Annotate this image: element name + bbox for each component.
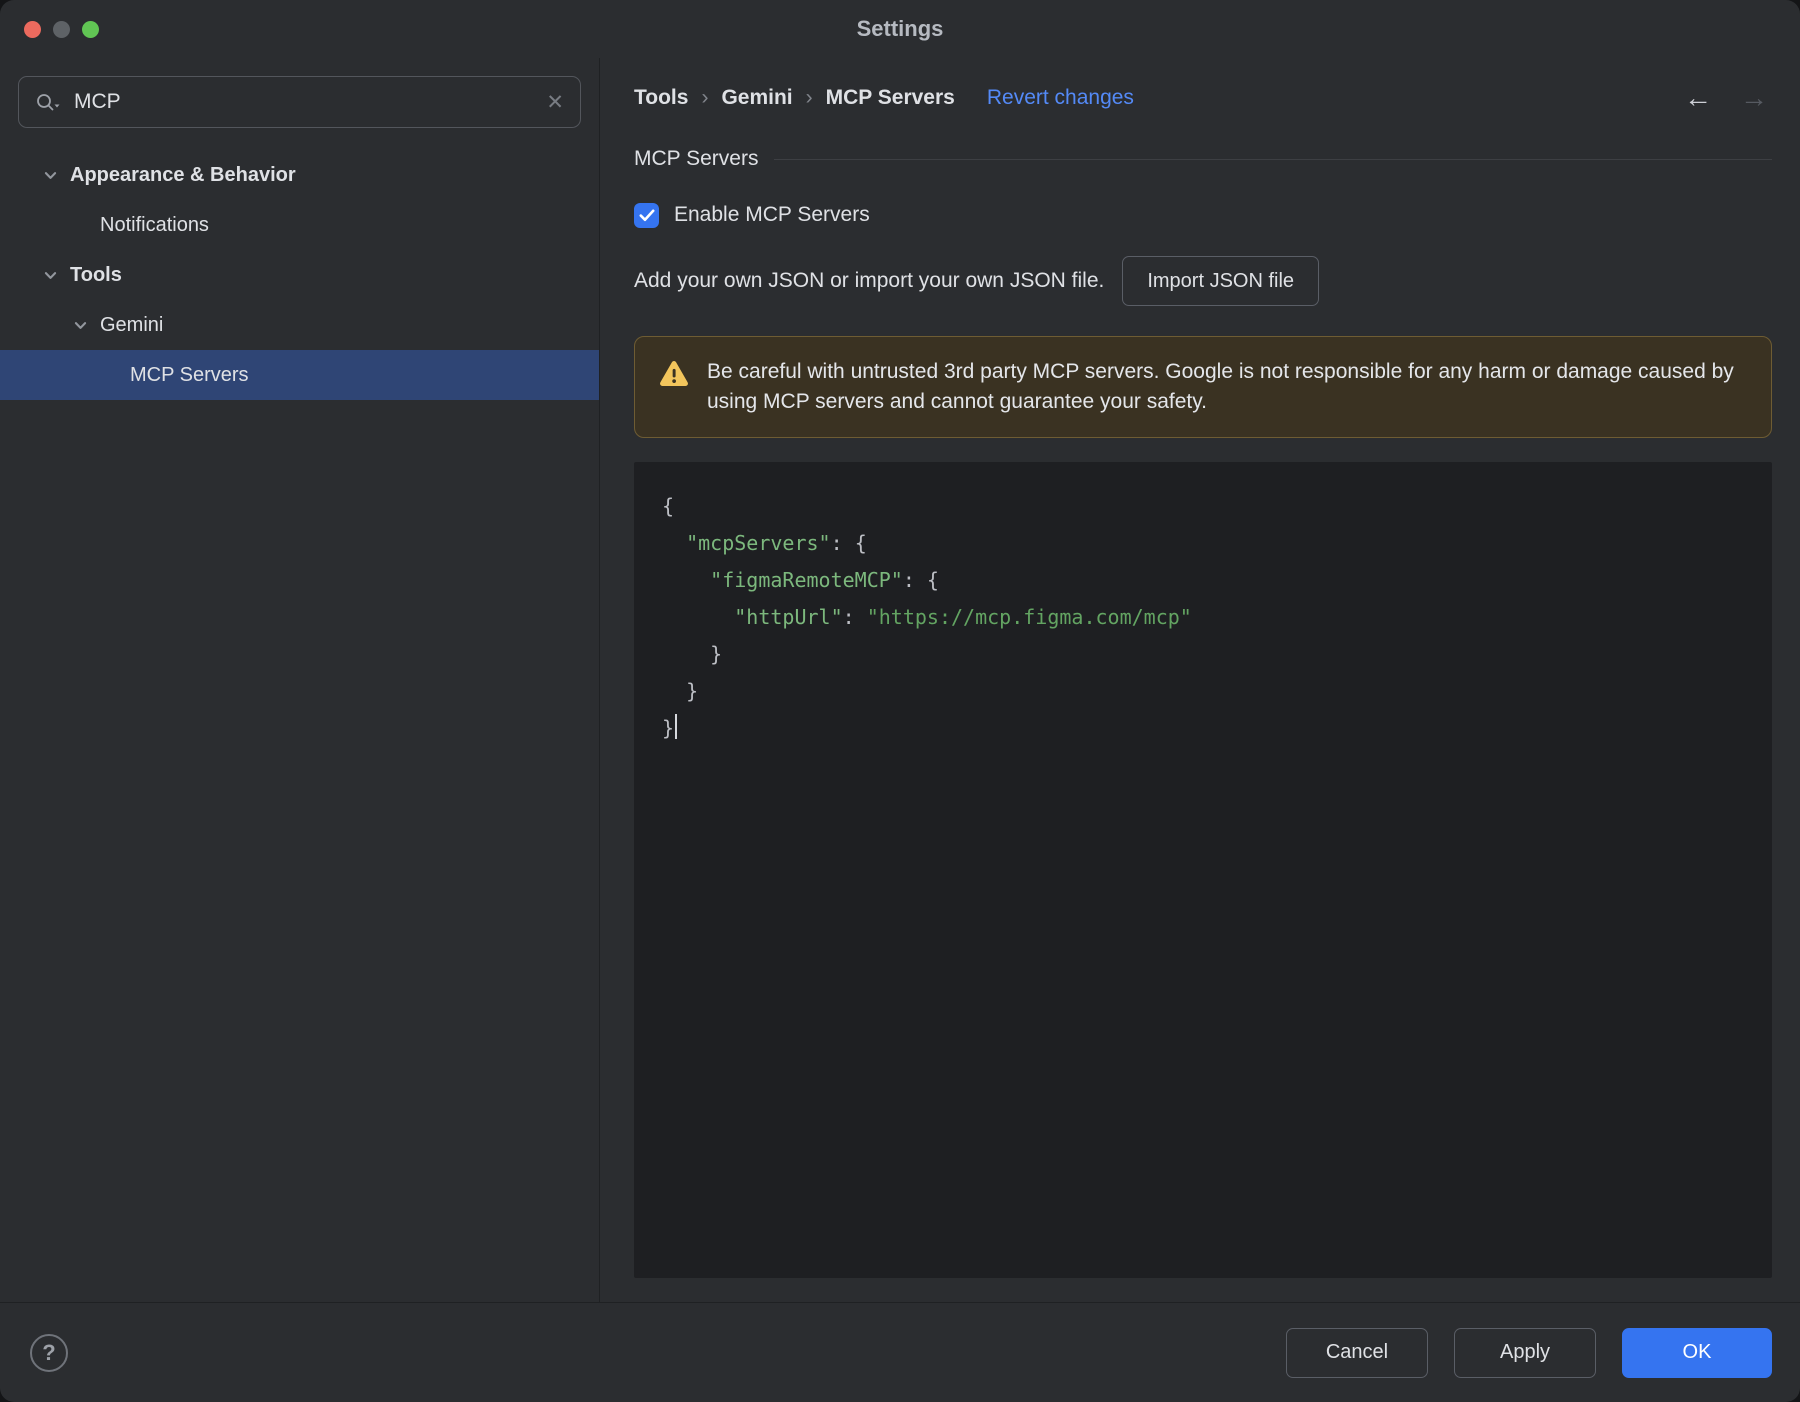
tree-item-notifications[interactable]: Notifications bbox=[0, 200, 599, 250]
settings-search-input[interactable] bbox=[74, 90, 535, 114]
import-row: Add your own JSON or import your own JSO… bbox=[634, 256, 1772, 306]
ok-button[interactable]: OK bbox=[1622, 1327, 1772, 1378]
search-icon bbox=[35, 91, 62, 114]
window-body: ✕ Appearance & Behavior Notifications Tool… bbox=[0, 58, 1800, 1302]
code-line: { bbox=[662, 494, 675, 519]
enable-mcp-label: Enable MCP Servers bbox=[674, 203, 870, 226]
search-box: ✕ bbox=[18, 76, 581, 128]
apply-button[interactable]: Apply bbox=[1454, 1327, 1596, 1378]
content-header: Tools › Gemini › MCP Servers Revert chan… bbox=[634, 82, 1772, 114]
tree-item-tools[interactable]: Tools bbox=[0, 250, 599, 300]
history-nav: ← → bbox=[1684, 84, 1768, 112]
json-editor[interactable]: { "mcpServers": { "figmaRemoteMCP": { "h… bbox=[634, 462, 1772, 1278]
code-line: "httpUrl": "https://mcp.figma.com/mcp" bbox=[734, 605, 1192, 630]
section-title: MCP Servers bbox=[634, 147, 759, 170]
zoom-window-button[interactable] bbox=[82, 20, 99, 38]
tree-item-label: MCP Servers bbox=[130, 363, 249, 386]
settings-window: Settings ✕ Appearance & BehaviorNot bbox=[0, 0, 1800, 1402]
clear-search-icon[interactable]: ✕ bbox=[546, 92, 564, 113]
code-line: } bbox=[662, 710, 1744, 747]
breadcrumb-tools[interactable]: Tools bbox=[634, 86, 688, 110]
import-instruction: Add your own JSON or import your own JSO… bbox=[634, 269, 1105, 292]
enable-mcp-row[interactable]: Enable MCP Servers bbox=[634, 202, 1772, 228]
code-line: "mcpServers": { bbox=[686, 531, 867, 556]
chevron-down-icon[interactable] bbox=[40, 265, 70, 286]
code-line: } bbox=[662, 679, 699, 704]
help-icon[interactable]: ? bbox=[30, 1333, 68, 1372]
close-window-button[interactable] bbox=[24, 20, 41, 38]
warning-icon bbox=[659, 360, 689, 392]
tree-item-mcp-servers[interactable]: MCP Servers bbox=[0, 350, 599, 400]
footer: ? Cancel Apply OK bbox=[0, 1302, 1800, 1402]
traffic-lights bbox=[24, 0, 99, 58]
settings-sidebar: ✕ Appearance & Behavior Notifications Tool… bbox=[0, 58, 600, 1302]
tree-item-label: Tools bbox=[70, 263, 122, 286]
window-title: Settings bbox=[856, 16, 944, 41]
enable-mcp-checkbox[interactable] bbox=[634, 202, 659, 228]
breadcrumb-gemini[interactable]: Gemini bbox=[721, 86, 792, 110]
breadcrumb-separator-icon: › bbox=[701, 86, 709, 109]
tree-item-appearance-behavior[interactable]: Appearance & Behavior bbox=[0, 150, 599, 200]
warning-banner: Be careful with untrusted 3rd party MCP … bbox=[634, 336, 1772, 439]
code-line: "figmaRemoteMCP": { bbox=[710, 568, 939, 593]
code-line: } bbox=[662, 642, 723, 667]
settings-tree: Appearance & Behavior Notifications Tools G… bbox=[0, 140, 599, 400]
forward-arrow-icon: → bbox=[1740, 82, 1768, 113]
chevron-down-icon[interactable] bbox=[40, 165, 70, 186]
text-caret bbox=[675, 714, 678, 740]
warning-text: Be careful with untrusted 3rd party MCP … bbox=[707, 360, 1734, 414]
breadcrumb-mcp-servers[interactable]: MCP Servers bbox=[826, 86, 955, 110]
cancel-button[interactable]: Cancel bbox=[1286, 1327, 1428, 1378]
minimize-window-button bbox=[53, 20, 70, 38]
breadcrumb: Tools › Gemini › MCP Servers Revert chan… bbox=[634, 86, 1134, 110]
tree-item-gemini[interactable]: Gemini bbox=[0, 300, 599, 350]
tree-item-label: Appearance & Behavior bbox=[70, 163, 296, 186]
settings-content: Tools › Gemini › MCP Servers Revert chan… bbox=[600, 58, 1800, 1302]
tree-item-label: Gemini bbox=[100, 313, 164, 336]
section-header: MCP Servers bbox=[634, 146, 1772, 172]
tree-item-label: Notifications bbox=[100, 213, 209, 236]
breadcrumb-separator-icon: › bbox=[805, 86, 813, 109]
revert-changes-link[interactable]: Revert changes bbox=[987, 86, 1134, 110]
import-json-button[interactable]: Import JSON file bbox=[1122, 256, 1320, 306]
section-divider bbox=[774, 158, 1772, 160]
search-wrap: ✕ bbox=[0, 58, 599, 140]
footer-buttons: Cancel Apply OK bbox=[1286, 1327, 1772, 1378]
titlebar: Settings bbox=[0, 0, 1800, 58]
chevron-down-icon[interactable] bbox=[70, 315, 100, 336]
back-arrow-icon[interactable]: ← bbox=[1684, 84, 1712, 112]
